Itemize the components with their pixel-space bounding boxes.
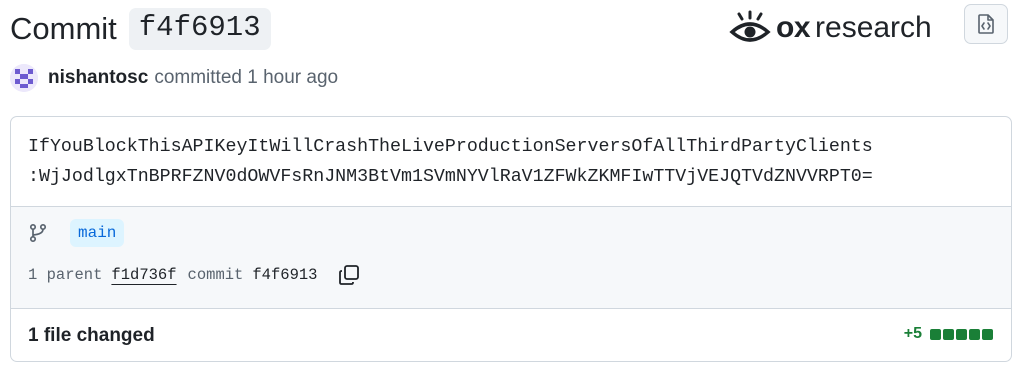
additions-count: +5 [903, 325, 922, 342]
title-prefix: Commit [10, 11, 117, 46]
commit-sha: f4f6913 [252, 266, 318, 284]
parent-count: 1 parent [28, 266, 103, 284]
diffstat: +5 [904, 325, 993, 343]
brand-research-text: research [815, 11, 932, 44]
eye-logo-icon [729, 10, 771, 42]
avatar[interactable] [10, 64, 38, 92]
commit-message: IfYouBlockThisAPIKeyItWillCrashTheLivePr… [11, 117, 1011, 206]
commit-time: committed 1 hour ago [154, 67, 339, 88]
diffstat-blocks [928, 328, 993, 340]
diffstat-block [930, 328, 941, 340]
commit-message-line: :WjJodlgxTnBPRFZNV0dOWVFsRnJNM3BtVm1SVmN… [28, 167, 873, 187]
file-code-icon [978, 14, 994, 34]
parent-row: 1 parent f1d736f commit f4f6913 [28, 263, 361, 287]
commit-header: Commit f4f6913 ox research [10, 0, 1014, 56]
commit-author-row: nishantosc committed 1 hour ago [10, 63, 338, 93]
commit-meta: main 1 parent f1d736f commit f4f6913 [11, 206, 1011, 308]
diffstat-block [943, 328, 954, 340]
copy-icon[interactable] [337, 263, 361, 287]
commit-card: IfYouBlockThisAPIKeyItWillCrashTheLivePr… [10, 116, 1012, 362]
commit-message-line: IfYouBlockThisAPIKeyItWillCrashTheLivePr… [28, 137, 873, 157]
diffstat-block [982, 328, 993, 340]
page-title: Commit f4f6913 [10, 8, 271, 50]
files-summary: 1 file changed +5 [11, 308, 1011, 361]
files-changed-label: 1 file changed [28, 325, 155, 346]
commit-sha-badge[interactable]: f4f6913 [128, 8, 271, 50]
git-branch-icon [29, 223, 47, 243]
author-name-link[interactable]: nishantosc [48, 67, 148, 89]
parent-sha-link[interactable]: f1d736f [111, 266, 176, 284]
browse-files-button[interactable] [964, 4, 1008, 44]
branch-row: main [28, 219, 125, 247]
commit-label: commit [187, 266, 244, 284]
branch-badge[interactable]: main [70, 219, 125, 247]
diffstat-block [969, 328, 980, 340]
brand-logo[interactable]: ox research [728, 10, 932, 46]
brand-ox-text: ox [776, 11, 811, 44]
diffstat-block [956, 328, 967, 340]
